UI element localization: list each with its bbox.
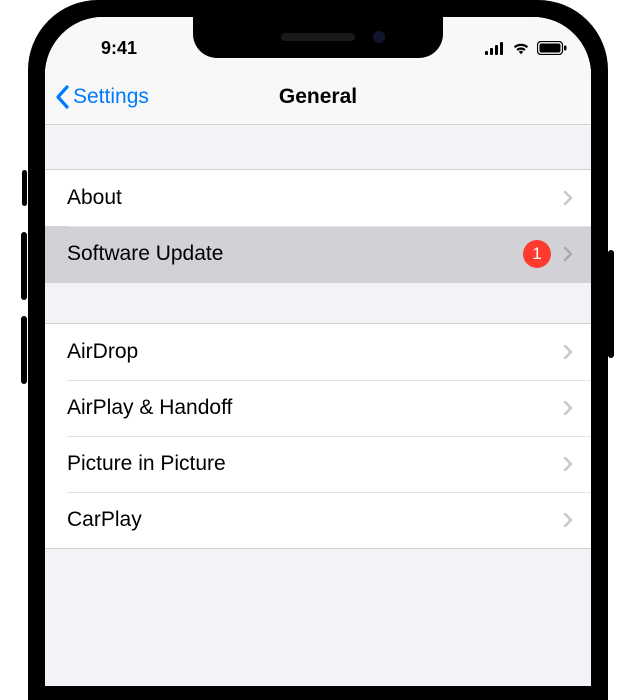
- status-indicators: [467, 41, 567, 55]
- screen: 9:41: [45, 17, 591, 686]
- row-airplay-handoff[interactable]: AirPlay & Handoff: [45, 380, 591, 436]
- wifi-icon: [511, 41, 531, 55]
- chevron-right-icon: [563, 456, 573, 472]
- row-carplay[interactable]: CarPlay: [45, 492, 591, 548]
- chevron-right-icon: [563, 344, 573, 360]
- row-label: AirDrop: [67, 340, 563, 364]
- back-label: Settings: [73, 85, 149, 109]
- row-label: CarPlay: [67, 508, 563, 532]
- notification-badge: 1: [523, 240, 551, 268]
- power-button[interactable]: [608, 250, 614, 358]
- row-airdrop[interactable]: AirDrop: [45, 324, 591, 380]
- phone-bezel: 9:41: [45, 17, 591, 686]
- row-label: Picture in Picture: [67, 452, 563, 476]
- chevron-right-icon: [563, 512, 573, 528]
- volume-down-button[interactable]: [21, 316, 27, 384]
- status-time: 9:41: [69, 38, 169, 59]
- settings-section: AirDrop AirPlay & Handoff: [45, 323, 591, 549]
- row-label: AirPlay & Handoff: [67, 396, 563, 420]
- battery-icon: [537, 41, 567, 55]
- section-spacer: [45, 283, 591, 323]
- section-spacer: [45, 125, 591, 169]
- settings-section: About Software Update 1: [45, 169, 591, 283]
- notch: [193, 17, 443, 58]
- chevron-right-icon: [563, 190, 573, 206]
- cellular-icon: [485, 42, 505, 55]
- row-picture-in-picture[interactable]: Picture in Picture: [45, 436, 591, 492]
- phone-frame: 9:41: [28, 0, 608, 700]
- chevron-left-icon: [55, 85, 71, 109]
- navigation-bar: Settings General: [45, 69, 591, 125]
- speaker-grille: [281, 33, 355, 41]
- row-label: Software Update: [67, 242, 523, 266]
- volume-up-button[interactable]: [21, 232, 27, 300]
- row-software-update[interactable]: Software Update 1: [45, 226, 591, 282]
- back-button[interactable]: Settings: [55, 85, 149, 109]
- chevron-right-icon: [563, 246, 573, 262]
- settings-table: About Software Update 1: [45, 125, 591, 549]
- mute-switch[interactable]: [22, 170, 27, 206]
- front-camera: [373, 31, 385, 43]
- row-label: About: [67, 186, 563, 210]
- chevron-right-icon: [563, 400, 573, 416]
- row-about[interactable]: About: [45, 170, 591, 226]
